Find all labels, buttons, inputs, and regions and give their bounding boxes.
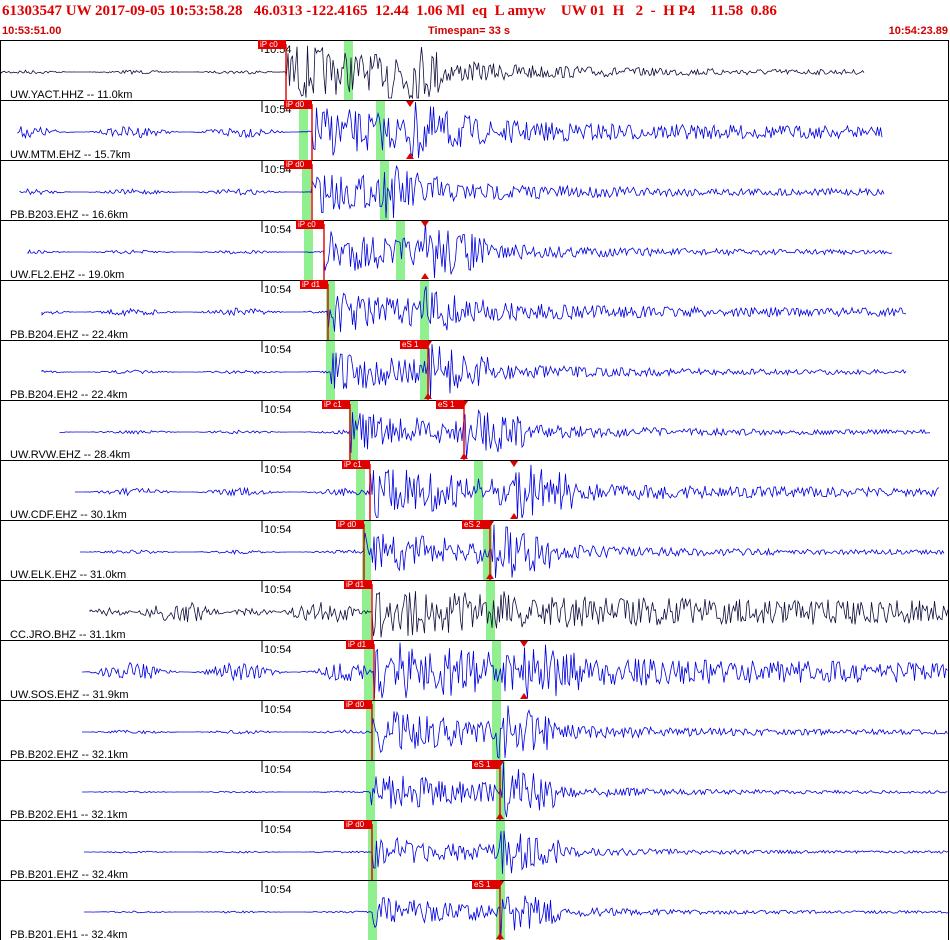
p-pick-label: iP d1 [348, 640, 367, 649]
channel-label: PB.B204.EHZ -- 22.4km [10, 329, 128, 341]
trace-row[interactable]: 10:54 iP d0 PB.B202.EHZ -- 32.1km [0, 700, 949, 761]
channel-label: UW.YACT.HHZ -- 11.0km [10, 89, 132, 101]
time-tick-label: 10:54 [264, 764, 292, 776]
channel-label: PB.B202.EH1 -- 32.1km [10, 809, 127, 821]
time-tick-label: 10:54 [264, 224, 292, 236]
trace-row[interactable]: 10:54 iP d0 PB.B201.EHZ -- 32.4km [0, 820, 949, 881]
p-pick-window [302, 161, 311, 220]
trace-row-border [0, 340, 949, 401]
waveform [19, 164, 885, 219]
time-tick-label: 10:54 [264, 824, 292, 836]
trace-row[interactable]: 10:54 iP c1 eS 1 UW.RVW.EHZ -- 28.4km [0, 400, 949, 461]
channel-label: UW.MTM.EHZ -- 15.7km [10, 149, 130, 161]
waveform [82, 761, 948, 818]
time-tick-label: 10:54 [264, 584, 292, 596]
trace-row[interactable]: 10:54 eS 1 PB.B201.EH1 -- 32.4km [0, 880, 949, 940]
waveform [84, 830, 949, 874]
s-pick-label: eS 1 [474, 760, 491, 769]
waveform [59, 409, 931, 459]
s-marker-bottom-icon [421, 273, 429, 279]
s-marker-top-icon [421, 221, 429, 227]
time-tick-label: 10:54 [264, 524, 292, 536]
time-tick-label: 10:54 [264, 404, 292, 416]
trace-row[interactable]: 10:54iP d0PB.B203.EHZ -- 16.6km [0, 160, 949, 221]
trace-row[interactable]: 10:54 eS 1 PB.B204.EH2 -- 22.4km [0, 340, 949, 401]
p-pick-window [356, 461, 365, 520]
s-pick-label: eS 1 [438, 400, 455, 409]
channel-label: UW.FL2.EHZ -- 19.0km [10, 269, 124, 281]
trace-row[interactable]: 10:54 iP d1 UW.SOS.EHZ -- 31.9km [0, 640, 949, 701]
channel-label: UW.SOS.EHZ -- 31.9km [10, 689, 129, 701]
trace-row-border [0, 40, 949, 101]
trace-row[interactable]: 10:54 iP c0 UW.FL2.EHZ -- 19.0km [0, 220, 949, 281]
p-pick-label: iP d0 [286, 100, 305, 109]
time-tick-label: 10:54 [264, 464, 292, 476]
waveform [41, 344, 907, 399]
channel-label: UW.ELK.EHZ -- 31.0km [10, 569, 126, 581]
trace-row-border [0, 880, 949, 940]
p-pick-window [304, 221, 313, 280]
s-pick-label: eS 1 [474, 880, 491, 889]
s-pick-label: eS 1 [402, 340, 419, 349]
waveform [82, 705, 948, 759]
channel-label: PB.B201.EHZ -- 32.4km [10, 869, 128, 881]
s-pick-window [486, 581, 495, 640]
s-pick-window [420, 281, 429, 340]
time-tick-label: 10:54 [264, 644, 292, 656]
waveform [84, 895, 949, 935]
time-tick-label: 10:54 [264, 344, 292, 356]
p-pick-label: iP d0 [346, 820, 365, 829]
p-pick-label: iP c1 [324, 400, 342, 409]
waveform [75, 464, 940, 519]
p-pick-label: iP c0 [260, 40, 278, 49]
s-marker-bottom-icon [510, 513, 518, 519]
channel-label: PB.B203.EHZ -- 16.6km [10, 209, 128, 221]
trace-row[interactable]: 10:54iP c0UW.YACT.HHZ -- 11.0km [0, 40, 949, 101]
p-pick-window [299, 101, 308, 160]
p-pick-label: iP d0 [346, 700, 365, 709]
p-pick-window [366, 701, 375, 760]
p-pick-window [368, 881, 377, 940]
trace-row[interactable]: 10:54 iP c1 UW.CDF.EHZ -- 30.1km [0, 460, 949, 521]
s-pick-label: eS 2 [464, 520, 481, 529]
trace-row[interactable]: 10:54iP d0UW.MTM.EHZ -- 15.7km [0, 100, 949, 161]
s-marker-top-icon [406, 101, 414, 107]
p-pick-label: iP c0 [298, 220, 316, 229]
channel-label: UW.CDF.EHZ -- 30.1km [10, 509, 127, 521]
trace-row[interactable]: 10:54 iP d1 CC.JRO.BHZ -- 31.1km [0, 580, 949, 641]
time-tick-label: 10:54 [264, 884, 292, 896]
seismogram-panel[interactable]: 10:54 iP c0 UW.YACT.HHZ -- 11.0km 10:54 iP d… [0, 0, 950, 940]
p-pick-label: iP d0 [338, 520, 357, 529]
s-marker-top-icon [510, 461, 518, 467]
trace-row[interactable]: 10:54 eS 1 PB.B202.EH1 -- 32.1km [0, 760, 949, 821]
trace-row-border [0, 580, 949, 641]
waveform [82, 642, 948, 699]
p-pick-window [362, 581, 371, 640]
trace-row[interactable]: 10:54 iP d0 eS 2 UW.ELK.EHZ -- 31.0km [0, 520, 949, 581]
p-pick-label: iP c1 [344, 460, 362, 469]
waveform [89, 591, 949, 638]
trace-row-border [0, 100, 949, 161]
p-pick-label: iP d0 [286, 160, 305, 169]
trace-row[interactable]: 10:54 iP d1 PB.B204.EHZ -- 22.4km [0, 280, 949, 341]
channel-label: UW.RVW.EHZ -- 28.4km [10, 449, 130, 461]
waveform [27, 221, 893, 279]
time-tick-label: 10:54 [264, 284, 292, 296]
waveform [17, 101, 883, 159]
p-pick-label: iP d1 [346, 580, 365, 589]
p-pick-label: iP d1 [302, 280, 321, 289]
time-tick-label: 10:54 [264, 704, 292, 716]
channel-label: PB.B204.EH2 -- 22.4km [10, 389, 127, 401]
channel-label: PB.B202.EHZ -- 32.1km [10, 749, 128, 761]
waveform [41, 286, 907, 333]
waveform [80, 524, 945, 579]
channel-label: CC.JRO.BHZ -- 31.1km [10, 629, 126, 641]
s-marker-top-icon [520, 641, 528, 647]
trace-row-border [0, 400, 949, 461]
channel-label: PB.B201.EH1 -- 32.4km [10, 929, 127, 940]
